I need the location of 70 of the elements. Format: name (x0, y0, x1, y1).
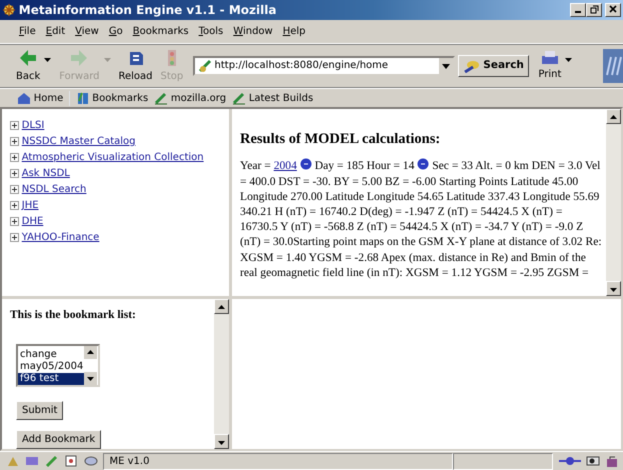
tree-link[interactable]: JHE (22, 198, 39, 213)
bookmark-button[interactable]: Latest Builds (229, 90, 316, 106)
chat-icon (84, 454, 98, 468)
round-icon (300, 158, 312, 170)
menu-item[interactable]: Bookmarks (128, 24, 194, 39)
mail-icon (25, 454, 39, 468)
restore-icon (590, 4, 599, 14)
dropdown-caret-icon (565, 58, 572, 62)
app-icon (2, 3, 16, 17)
menu-item[interactable]: Window (228, 24, 278, 39)
bookmark-button[interactable]: Home (14, 90, 66, 106)
tree-link[interactable]: Atmospheric Visualization Collection (22, 150, 204, 165)
scrollbar[interactable] (214, 299, 229, 449)
security-icon (586, 455, 600, 467)
tree-link[interactable]: Ask NSDL (22, 166, 70, 181)
menu-item[interactable]: Edit (40, 24, 70, 39)
bookmark-listbox[interactable]: change may05/2004 f96 test (16, 344, 100, 387)
toolbar-button[interactable]: Back (12, 47, 44, 84)
expand-plus-icon (10, 153, 19, 162)
window-title: Metainformation Engine v1.1 - Mozilla (18, 2, 276, 19)
close-icon (609, 5, 617, 14)
print-button[interactable]: Print (534, 49, 566, 82)
status-text: ME v1.0 (110, 454, 150, 468)
scrollbar[interactable] (606, 109, 621, 296)
list-option[interactable]: change (18, 349, 84, 361)
bookmark-button[interactable]: Bookmarks (69, 90, 152, 106)
results-heading: Results of MODEL calculations: (240, 131, 442, 148)
menu-item[interactable]: Go (104, 24, 128, 39)
expand-plus-icon (10, 121, 19, 130)
address-book-icon (64, 454, 78, 468)
restore-button[interactable] (586, 3, 602, 17)
close-button[interactable] (605, 3, 621, 17)
list-option[interactable]: f96 test (18, 373, 84, 385)
menu-item[interactable]: File (14, 24, 41, 39)
expand-plus-icon (10, 233, 19, 242)
expand-plus-icon (10, 169, 19, 178)
lock-icon (606, 455, 618, 467)
search-icon (462, 58, 481, 72)
list-option[interactable]: may05/2004 (18, 361, 84, 373)
toolbar-button[interactable]: Reload (114, 47, 157, 84)
search-button[interactable]: Search (458, 54, 529, 76)
form-button[interactable]: Add Bookmark (16, 430, 102, 449)
menu-item[interactable]: Tools (194, 24, 228, 39)
bookmark-button[interactable]: mozilla.org (151, 90, 230, 106)
connection-icon (558, 456, 580, 466)
logo-icon (603, 48, 623, 82)
home-icon (17, 91, 31, 105)
menu-item[interactable]: View (70, 24, 104, 39)
bookmarks-icon (76, 91, 90, 105)
expand-plus-icon (10, 137, 19, 146)
expand-plus-icon (10, 201, 19, 210)
tree-link[interactable]: NSSDC Master Catalog (22, 134, 136, 149)
tree-link[interactable]: YAHOO-Finance (22, 230, 100, 245)
bookmark-link-icon (154, 91, 168, 105)
round-icon (417, 158, 430, 170)
bookmark-heading: This is the bookmark list: (10, 308, 137, 323)
menu-item[interactable]: Help (278, 24, 311, 39)
bookmark-link-icon (232, 91, 246, 105)
tree-link[interactable]: DHE (22, 214, 44, 229)
year-link[interactable]: 2004 (274, 159, 297, 172)
expand-plus-icon (10, 217, 19, 226)
expand-plus-icon (10, 185, 19, 194)
tree-link[interactable]: NSDL Search (22, 182, 86, 197)
composer-icon (44, 454, 58, 468)
address-field[interactable]: http://localhost:8080/engine/home (192, 56, 455, 76)
minimize-button[interactable] (570, 3, 586, 17)
form-button[interactable]: Submit (16, 401, 64, 420)
page-icon (198, 58, 212, 72)
result-paragraph: Year = 2004 Day = 185 Hour = 14 Sec = 33 Alt. = 0 km DEN = 3.0 Vel = 400.0 DST = -30. BY = 5.00 BZ = -6.00 Starting Points Latitude 45.00 Longitude 270.00 Latitude Longitude 54.65 Latitude 337.43 Longitude 55.69 340.21 H (nT) = 16740.2 D(deg) = -1.947 Z (nT) = 54424.5 X (nT) = 16730.5 Y (nT) = -568.8 Z (nT) = 54424.5 X (nT) = -34.7 Y (nT) = -9.0 Z (nT) = 30.0Starting point maps on the GSM X-Y plane at distance of 3.02 Re: XGSM = 1.40 YGSM = -2.68 Apex (max. distance in Re) and Bmin of the real geomagnetic field line (in nT): XGSM = 1.12 YGSM = -2.95 ZGSM = (240, 158, 602, 280)
tree-link[interactable]: DLSI (22, 118, 44, 133)
